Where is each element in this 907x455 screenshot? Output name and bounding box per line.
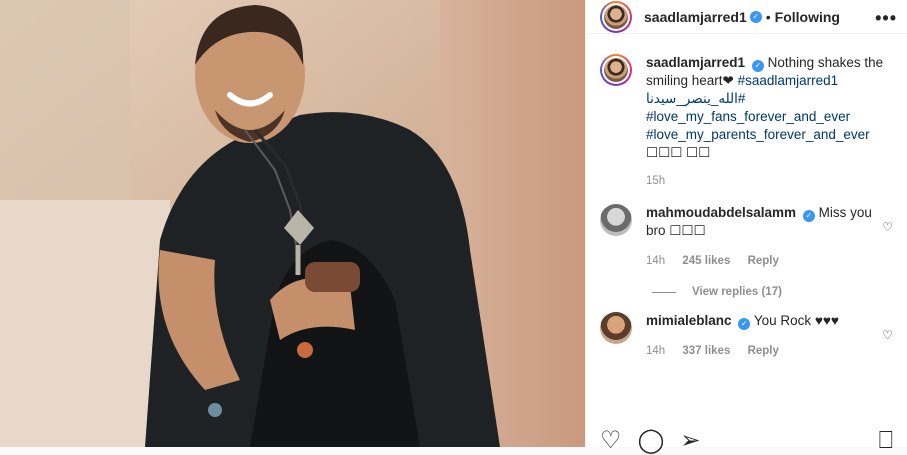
comment-icon[interactable]: ◯ (638, 426, 665, 455)
caption-timestamp[interactable]: 15h (646, 172, 893, 190)
more-options-icon[interactable]: ••• (875, 8, 897, 29)
view-replies[interactable]: View replies (17) (586, 286, 907, 298)
commenter-avatar[interactable] (600, 204, 632, 236)
commenter-username[interactable]: mimialeblanc (646, 313, 732, 328)
bookmark-icon[interactable]: ⎕ (879, 427, 893, 455)
post-modal: saadlamjarred1 ✓ • Following ••• saadlam… (0, 0, 907, 454)
comment-body: mimialeblanc ✓ You Rock ♥♥♥ 14h 337 like… (646, 312, 876, 360)
caption: saadlamjarred1 ✓ Nothing shakes the smil… (586, 34, 907, 190)
comment-timestamp[interactable]: 14h (646, 255, 665, 267)
comment-likes[interactable]: 245 likes (682, 255, 730, 267)
replies-divider (652, 291, 676, 293)
post-actions: ♡ ◯ ➢ (600, 426, 700, 455)
author-avatar[interactable] (600, 0, 632, 33)
post-photo-image (0, 0, 585, 447)
commenter-username[interactable]: mahmoudabdelsalamm (646, 205, 796, 220)
reply-button[interactable]: Reply (748, 345, 779, 357)
verified-badge-icon: ✓ (738, 318, 751, 330)
caption-avatar[interactable] (600, 54, 632, 86)
commenter-avatar[interactable] (600, 312, 632, 344)
verified-badge-icon: ✓ (749, 10, 762, 23)
comment-like-icon[interactable]: ♡ (882, 328, 893, 342)
hashtag-link[interactable]: #الله_ينصر_سيدنا (646, 90, 893, 108)
post-photo[interactable] (0, 0, 585, 447)
view-replies-label[interactable]: View replies (17) (692, 286, 782, 298)
comment-meta: 14h 245 likes Reply (646, 252, 876, 270)
caption-emojis: ☐☐☐ ☐☐ (646, 145, 711, 160)
comment-like-icon[interactable]: ♡ (882, 220, 893, 234)
comment-text: You Rock ♥♥♥ (753, 313, 839, 328)
comment-likes[interactable]: 337 likes (682, 345, 730, 357)
comment-item: mimialeblanc ✓ You Rock ♥♥♥ 14h 337 like… (586, 298, 907, 360)
header-separator: • (765, 8, 771, 25)
comment-body: mahmoudabdelsalamm ✓ Miss you bro ☐☐☐ 14… (646, 204, 876, 270)
heart-outline-icon[interactable]: ♡ (600, 426, 622, 455)
comment-item: mahmoudabdelsalamm ✓ Miss you bro ☐☐☐ 14… (586, 190, 907, 270)
post-sidebar: saadlamjarred1 ✓ • Following ••• saadlam… (585, 0, 907, 454)
author-username[interactable]: saadlamjarred1 (644, 9, 747, 25)
verified-badge-icon: ✓ (802, 210, 815, 222)
caption-body: saadlamjarred1 ✓ Nothing shakes the smil… (646, 54, 893, 190)
hashtag-link[interactable]: #love_my_fans_forever_and_ever (646, 108, 893, 126)
paper-plane-icon[interactable]: ➢ (680, 426, 700, 455)
hashtag-link[interactable]: #love_my_parents_forever_and_ever (646, 126, 893, 144)
reply-button[interactable]: Reply (748, 255, 779, 267)
caption-username[interactable]: saadlamjarred1 (646, 55, 745, 70)
hashtag-link[interactable]: #saadlamjarred1 (738, 73, 839, 88)
post-header: saadlamjarred1 ✓ • Following ••• (586, 0, 907, 34)
verified-badge-icon: ✓ (751, 60, 764, 72)
comment-timestamp[interactable]: 14h (646, 345, 665, 357)
following-button[interactable]: Following (775, 9, 840, 25)
comment-meta: 14h 337 likes Reply (646, 342, 876, 360)
